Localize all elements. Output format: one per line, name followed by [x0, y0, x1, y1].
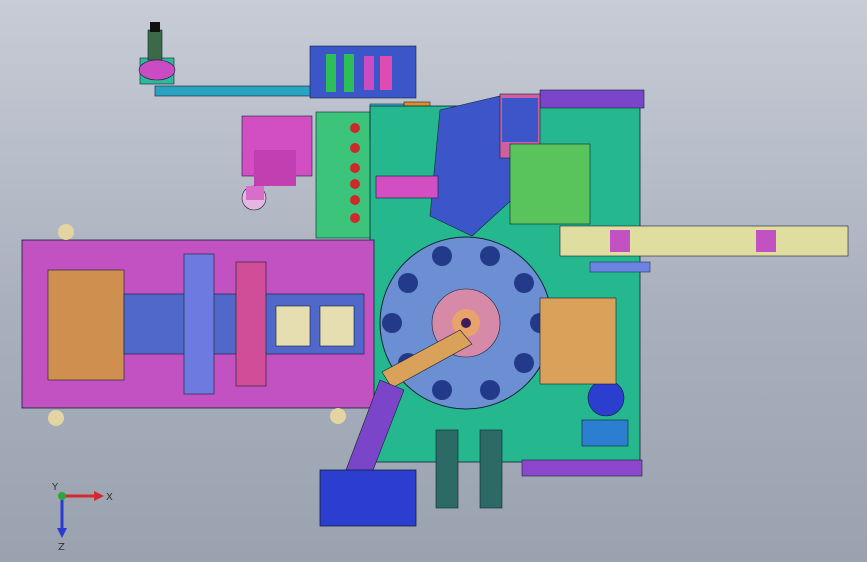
- pink-motor-unit: [241, 115, 313, 211]
- rotary-index-table: [379, 236, 553, 410]
- top-arm-assembly: [138, 22, 417, 99]
- right-feed-rail: [559, 225, 849, 273]
- x-axis-label: X: [106, 492, 113, 503]
- left-feeder-module: [21, 224, 375, 426]
- x-axis-arrow: [94, 491, 104, 501]
- y-axis-dot: [58, 492, 66, 500]
- y-axis-label: Y: [51, 482, 59, 493]
- z-axis-arrow: [57, 528, 67, 538]
- orientation-triad: X Y Z: [51, 482, 113, 553]
- cad-viewport[interactable]: X Y Z: [0, 0, 867, 562]
- cad-assembly-model[interactable]: [0, 0, 867, 562]
- z-axis-label: Z: [58, 542, 65, 553]
